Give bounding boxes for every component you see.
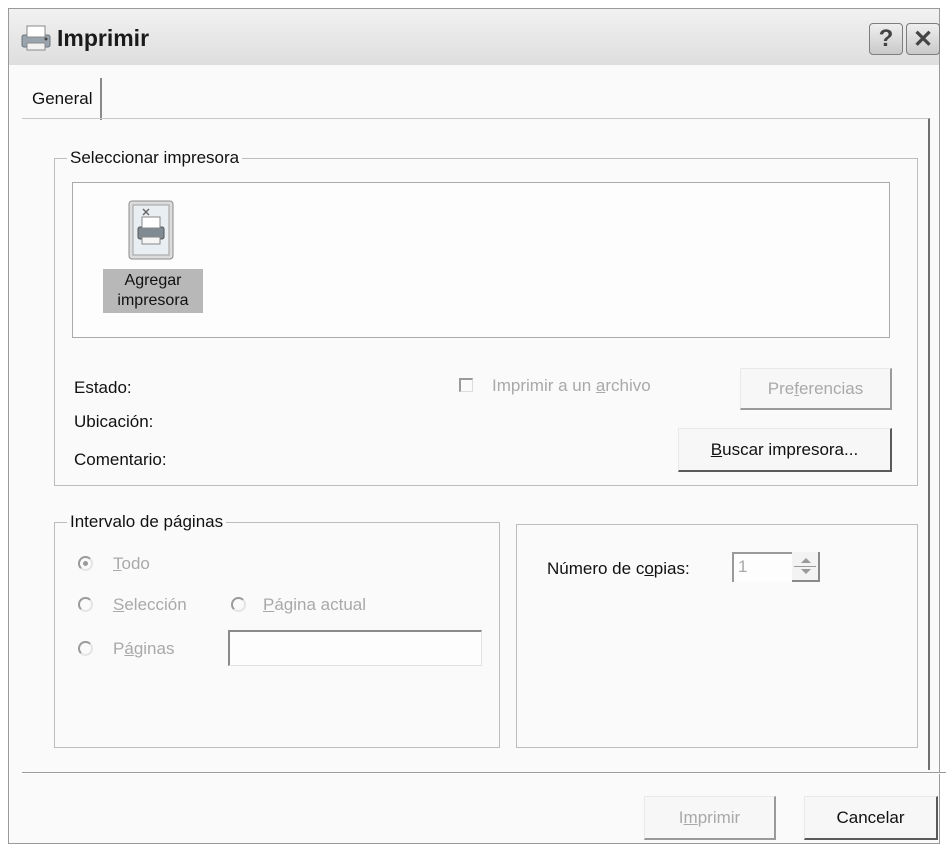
print-to-file-label-accel: a	[595, 376, 606, 395]
selection-label-accel: S	[113, 595, 125, 614]
copies-spinner[interactable]	[792, 552, 820, 582]
printer-item-label-line2: impresora	[117, 292, 189, 309]
help-button[interactable]: ?	[869, 23, 903, 55]
find-printer-label-post: uscar impresora...	[722, 439, 859, 459]
select-printer-legend: Seleccionar impresora	[70, 148, 240, 167]
printer-list[interactable]: Agregar impresora	[72, 182, 890, 338]
printer-icon	[21, 25, 51, 51]
selection-radio[interactable]	[78, 597, 93, 612]
print-to-file-label-pre: Imprimir a un	[492, 376, 596, 395]
location-label: Ubicación:	[74, 412, 154, 431]
copies-label-accel: o	[644, 559, 654, 578]
window-title: Imprimir	[57, 25, 150, 51]
cancel-button[interactable]: Cancelar	[804, 796, 938, 840]
copies-group	[516, 524, 918, 748]
status-label: Estado:	[74, 378, 132, 397]
preferences-label-pre: Pre	[767, 378, 795, 398]
preferences-label-post: erencias	[798, 378, 864, 398]
current-page-label-accel: P	[263, 595, 275, 614]
preferences-button[interactable]: Pre f erencias	[740, 368, 892, 410]
page-range-legend: Intervalo de páginas	[70, 512, 224, 531]
title-bar[interactable]: Imprimir ? ✕	[9, 9, 940, 65]
all-pages-label-post: odo	[121, 554, 150, 573]
all-pages-label[interactable]: Todo	[113, 554, 150, 574]
copies-input[interactable]: 1	[732, 552, 792, 582]
find-printer-button[interactable]: Buscar impresora...	[678, 428, 892, 472]
footer-separator	[22, 772, 946, 774]
tab-general[interactable]: General	[24, 78, 103, 120]
print-label-post: primir	[697, 807, 741, 827]
selection-label-post: elección	[124, 595, 187, 614]
pages-input[interactable]	[228, 630, 482, 666]
close-icon: ✕	[912, 25, 934, 53]
pages-radio[interactable]	[78, 641, 93, 656]
pages-label[interactable]: Páginas	[113, 639, 174, 659]
comment-label: Comentario:	[74, 450, 167, 469]
printer-item-label: Agregar impresora	[103, 269, 203, 313]
current-page-label-post: ágina actual	[274, 595, 367, 614]
copies-label-post: pias:	[653, 559, 690, 578]
print-to-file-checkbox[interactable]	[459, 378, 473, 392]
all-pages-radio[interactable]	[78, 556, 93, 571]
spinner-up-icon[interactable]	[801, 558, 811, 563]
pages-label-post: ginas	[133, 639, 175, 658]
selection-label[interactable]: Selección	[113, 595, 187, 615]
copies-label: Número de copias:	[547, 559, 690, 579]
pages-label-pre: P	[113, 639, 125, 658]
help-icon: ?	[878, 25, 894, 52]
find-printer-label-accel: B	[710, 439, 723, 459]
spinner-down-icon[interactable]	[801, 569, 811, 574]
copies-label-pre: Número de c	[547, 559, 645, 578]
print-label-accel: m	[683, 807, 698, 827]
pages-label-accel: á	[124, 639, 134, 658]
current-page-label[interactable]: Página actual	[263, 595, 366, 615]
all-pages-label-accel: T	[113, 554, 122, 573]
print-to-file-label-post: rchivo	[605, 376, 651, 395]
spinner-divider	[794, 566, 816, 567]
print-button[interactable]: Im primir	[644, 796, 776, 840]
print-to-file-label[interactable]: Imprimir a un archivo	[492, 376, 651, 396]
printer-item-label-line1: Agregar	[124, 272, 182, 289]
current-page-radio[interactable]	[231, 597, 246, 612]
close-button[interactable]: ✕	[906, 23, 940, 55]
add-printer-icon	[128, 200, 174, 260]
